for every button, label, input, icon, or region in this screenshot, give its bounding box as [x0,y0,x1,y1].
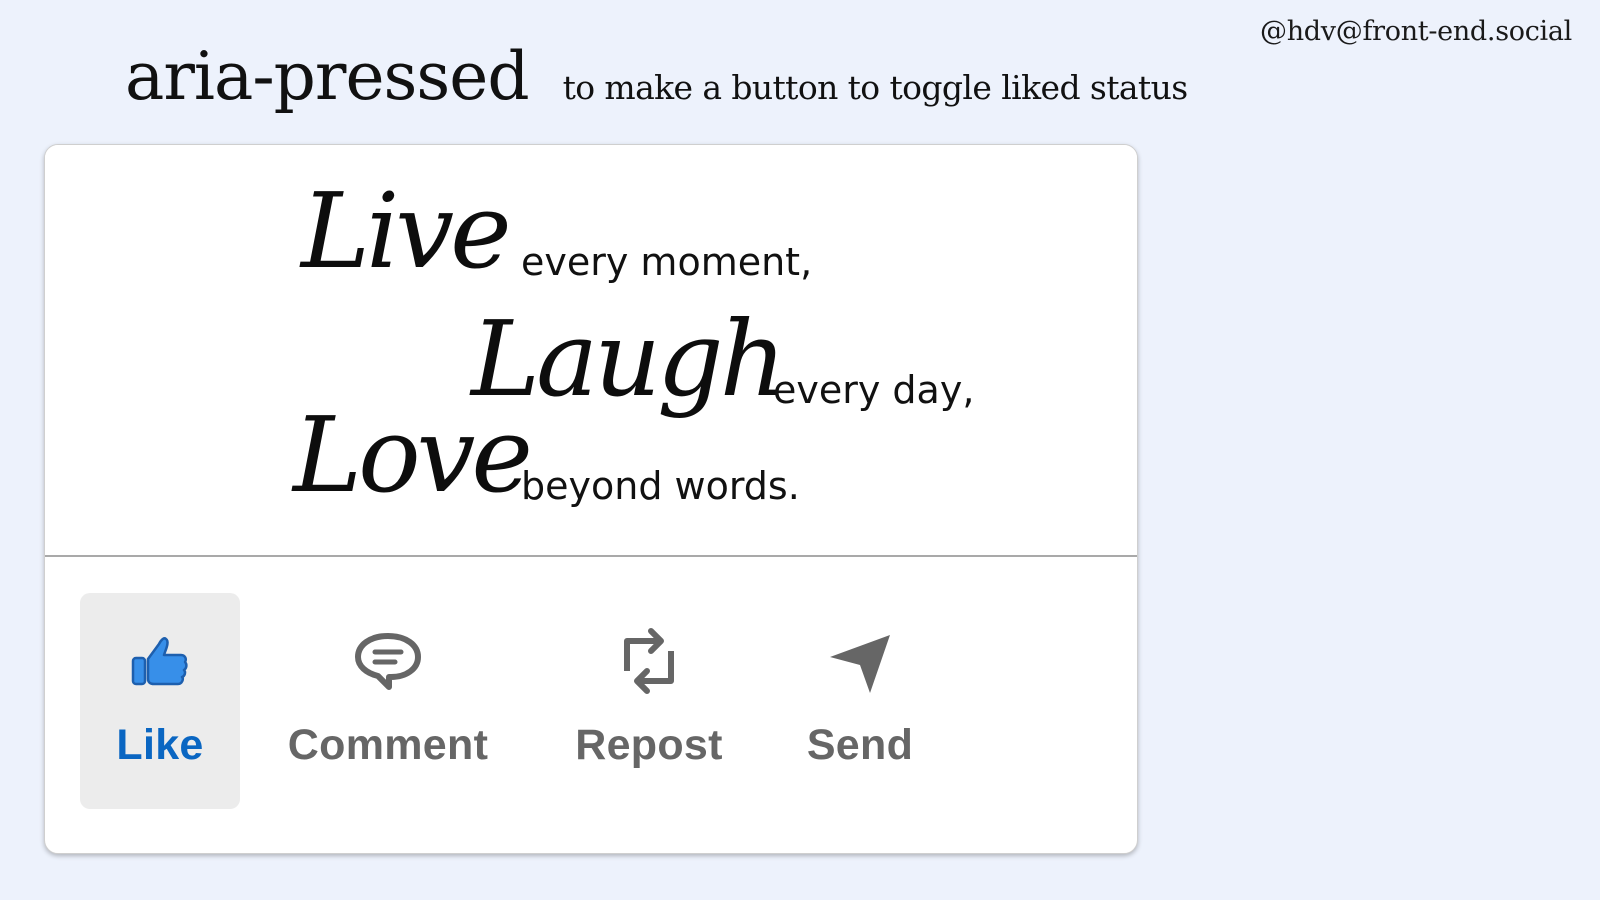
post-action-bar: Like Comment Repost Send [45,557,1137,853]
comment-button[interactable]: Comment [283,593,493,809]
quote-text-line-2: every day, [773,368,975,412]
thumbs-up-icon [125,623,195,699]
author-handle: @hdv@front-end.social [1260,16,1572,47]
quote-word-live: Live [301,170,512,292]
quote-text-line-1: every moment, [521,240,813,284]
paper-plane-icon [825,623,895,699]
send-label: Send [806,721,914,769]
send-button[interactable]: Send [795,593,925,809]
quote-word-love: Love [293,394,533,516]
slide-heading: aria-pressed to make a button to toggle … [125,38,1188,115]
repost-button[interactable]: Repost [569,593,729,809]
quote-text-line-3: beyond words. [521,464,800,508]
repost-label: Repost [575,721,723,769]
comment-bubble-icon [353,623,423,699]
like-button[interactable]: Like [80,593,240,809]
comment-label: Comment [287,721,489,769]
like-label: Like [116,721,204,769]
repost-arrows-icon [614,623,684,699]
post-image: Live every moment, Laugh every day, Love… [45,145,1137,557]
post-card: Live every moment, Laugh every day, Love… [44,144,1138,854]
slide-subtitle: to make a button to toggle liked status [562,68,1189,107]
slide-title: aria-pressed [125,38,530,115]
